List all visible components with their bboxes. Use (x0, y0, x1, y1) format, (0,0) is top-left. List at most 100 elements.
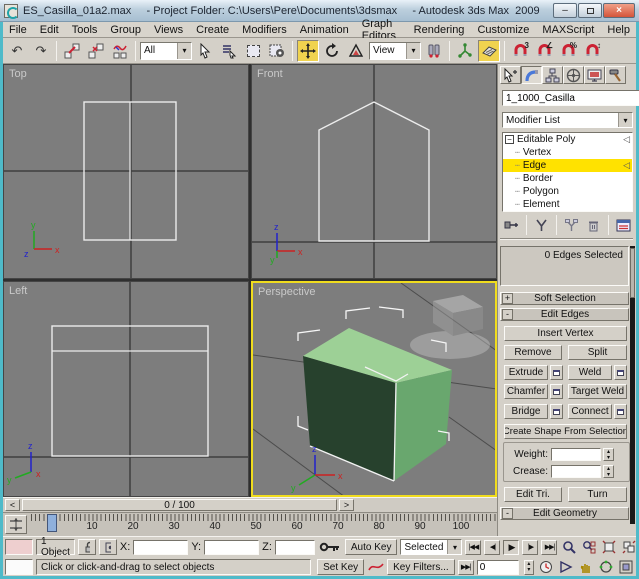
crease-spinner[interactable]: ▴▾ (603, 465, 614, 478)
stack-row-editable-poly[interactable]: − Editable Poly ◁ (503, 133, 632, 146)
tab-modify[interactable] (521, 66, 542, 84)
set-key-button[interactable]: Set Key (317, 559, 364, 575)
menu-animation[interactable]: Animation (300, 24, 349, 36)
maxscript-macro-recorder[interactable] (5, 539, 33, 555)
edit-tri-button[interactable]: Edit Tri. (504, 487, 562, 502)
x-coordinate-field[interactable] (133, 540, 188, 555)
keyboard-shortcut-override-toggle-icon[interactable] (478, 40, 500, 62)
rectangular-selection-region-icon[interactable] (242, 40, 264, 62)
select-and-link-icon[interactable] (61, 40, 83, 62)
stack-row-polygon[interactable]: ┄ Polygon (503, 185, 632, 198)
z-coordinate-field[interactable] (275, 540, 315, 555)
open-mini-curve-editor-icon[interactable] (5, 515, 27, 534)
menu-edit[interactable]: Edit (40, 24, 59, 36)
go-to-start-button[interactable]: |◀◀ (465, 540, 481, 555)
go-to-end-button[interactable]: ▶▶| (541, 540, 557, 555)
y-coordinate-field[interactable] (204, 540, 259, 555)
menu-modifiers[interactable]: Modifiers (242, 24, 287, 36)
absolute-offset-toggle[interactable] (99, 539, 117, 555)
weld-settings-button[interactable] (614, 365, 627, 380)
target-weld-button[interactable]: Target Weld (568, 384, 627, 399)
previous-frame-button[interactable]: ◀| (484, 540, 500, 555)
zoom-extents-all-icon[interactable] (620, 539, 637, 555)
selection-lock-toggle[interactable] (78, 539, 96, 555)
panel-scrollbar-thumb[interactable] (630, 248, 635, 298)
select-object-icon[interactable] (194, 40, 216, 62)
time-type-dropdown[interactable]: Selected ▾ (400, 539, 462, 555)
rollout-edit-edges[interactable]: - Edit Edges (500, 308, 629, 321)
weight-field[interactable] (551, 448, 601, 461)
snaps-toggle-3d-icon[interactable]: 3 (509, 40, 531, 62)
remove-button[interactable]: Remove (504, 345, 562, 360)
viewport-perspective[interactable]: Perspective (251, 281, 497, 497)
stack-row-border[interactable]: ┄ Border (503, 172, 632, 185)
weight-spinner[interactable]: ▴▾ (603, 448, 614, 461)
next-frame-button[interactable]: |▶ (522, 540, 538, 555)
select-and-scale-icon[interactable] (345, 40, 367, 62)
viewport-perspective-label[interactable]: Perspective (258, 286, 315, 298)
maxscript-mini-listener[interactable] (5, 559, 33, 575)
key-mode-toggle[interactable]: ▶▶| (458, 560, 474, 575)
menu-help[interactable]: Help (607, 24, 630, 36)
time-configuration-icon[interactable] (537, 559, 554, 575)
current-frame-field[interactable] (477, 560, 519, 575)
select-and-manipulate-icon[interactable] (454, 40, 476, 62)
stack-row-element[interactable]: ┄ Element (503, 198, 632, 211)
viewport-top-label[interactable]: Top (9, 68, 27, 80)
menu-rendering[interactable]: Rendering (414, 24, 465, 36)
angle-snap-toggle-icon[interactable]: ∠ (533, 40, 555, 62)
connect-button[interactable]: Connect (568, 404, 612, 419)
connect-settings-button[interactable] (614, 404, 627, 419)
turn-button[interactable]: Turn (568, 487, 627, 502)
new-key-default-in-tangent-icon[interactable] (367, 559, 384, 575)
auto-key-button[interactable]: Auto Key (345, 539, 398, 555)
arc-rotate-icon[interactable] (597, 559, 614, 575)
menu-views[interactable]: Views (154, 24, 183, 36)
viewport-front[interactable]: Front z x y (251, 64, 497, 279)
remove-modifier-icon[interactable] (584, 217, 603, 233)
zoom-extents-icon[interactable] (600, 539, 617, 555)
insert-vertex-button[interactable]: Insert Vertex (504, 326, 627, 341)
current-frame-indicator[interactable] (47, 514, 57, 532)
crease-field[interactable] (551, 465, 601, 478)
field-of-view-icon[interactable] (557, 559, 574, 575)
menu-customize[interactable]: Customize (477, 24, 529, 36)
time-slider-next-button[interactable]: > (339, 499, 354, 511)
menu-maxscript[interactable]: MAXScript (542, 24, 594, 36)
tab-hierarchy[interactable] (542, 66, 563, 84)
bind-to-space-warp-icon[interactable] (109, 40, 131, 62)
create-shape-from-selection-button[interactable]: Create Shape From Selection (504, 424, 627, 439)
object-name-field[interactable] (502, 90, 639, 106)
select-and-rotate-icon[interactable] (321, 40, 343, 62)
chamfer-settings-button[interactable] (550, 384, 563, 399)
menu-group[interactable]: Group (110, 24, 141, 36)
tab-create[interactable] (500, 66, 521, 84)
viewport-left-label[interactable]: Left (9, 285, 27, 297)
panel-scrollbar[interactable] (630, 246, 635, 524)
percent-snap-toggle-icon[interactable]: % (557, 40, 579, 62)
extrude-button[interactable]: Extrude (504, 365, 548, 380)
minimize-button[interactable]: – (553, 3, 577, 18)
collapse-icon[interactable]: − (505, 135, 514, 144)
bridge-button[interactable]: Bridge (504, 404, 548, 419)
stack-row-vertex[interactable]: ┄ Vertex (503, 146, 632, 159)
viewport-left[interactable]: Left z y x (3, 281, 249, 497)
select-by-name-icon[interactable] (218, 40, 240, 62)
tab-display[interactable] (584, 66, 605, 84)
close-button[interactable]: × (603, 3, 635, 18)
zoom-all-icon[interactable] (580, 539, 597, 555)
track-bar-ruler[interactable]: 0 10 20 30 40 50 60 70 80 90 100 (31, 513, 497, 537)
collapse-icon[interactable]: - (502, 309, 513, 320)
set-keys-key-icon[interactable] (318, 539, 342, 555)
reference-coordinate-system-dropdown[interactable]: View ▾ (369, 42, 421, 60)
key-filters-button[interactable]: Key Filters... (387, 559, 455, 575)
rollout-edit-geometry[interactable]: - Edit Geometry (500, 507, 629, 520)
split-button[interactable]: Split (568, 345, 627, 360)
track-bar[interactable]: 0 10 20 30 40 50 60 70 80 90 100 (3, 512, 497, 536)
zoom-icon[interactable] (560, 539, 577, 555)
chamfer-button[interactable]: Chamfer (504, 384, 548, 399)
pin-stack-icon[interactable] (502, 217, 521, 233)
weld-button[interactable]: Weld (568, 365, 612, 380)
viewport-top[interactable]: Top y x z (3, 64, 249, 279)
configure-modifier-sets-icon[interactable] (614, 217, 633, 233)
